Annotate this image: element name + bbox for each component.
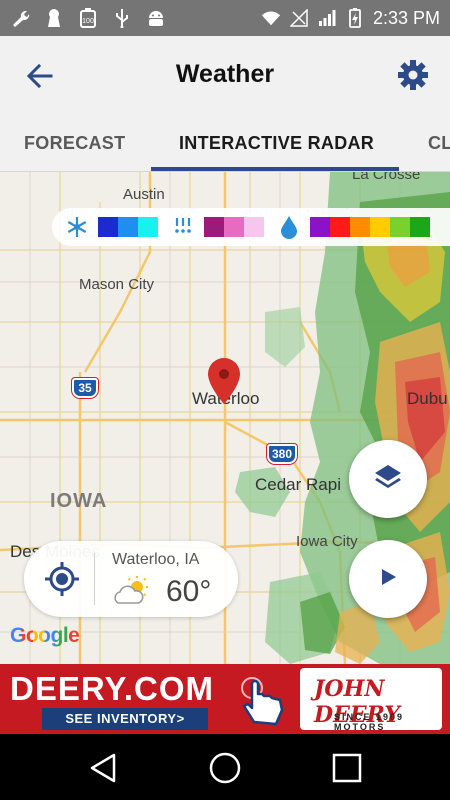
status-bar: 100 2:33 PM	[0, 0, 450, 36]
legend-swatch	[98, 217, 118, 237]
gear-icon[interactable]	[396, 58, 430, 92]
mix-swatches	[204, 217, 264, 237]
legend-swatch	[310, 217, 330, 237]
tab-interactive-radar[interactable]: INTERACTIVE RADAR	[179, 133, 374, 154]
legend-swatch	[244, 217, 264, 237]
legend-swatch	[138, 217, 158, 237]
play-radar-button[interactable]	[349, 540, 427, 618]
current-temperature: 60°	[166, 575, 212, 608]
usb-icon	[112, 8, 132, 28]
tab-forecast[interactable]: FORECAST	[24, 133, 125, 154]
location-name: Waterloo, IA	[112, 551, 200, 568]
ad-logo: JOHN DEERY SINCE 1909 MOTORS	[300, 668, 442, 732]
highway-shield-380: 380	[267, 444, 297, 464]
active-tab-indicator	[151, 167, 399, 171]
sleet-icon	[170, 214, 196, 240]
page-title: Weather	[175, 60, 275, 88]
keyhole-icon	[44, 8, 64, 28]
legend-swatch	[330, 217, 350, 237]
play-icon	[377, 566, 399, 593]
pointing-hand-icon	[236, 674, 290, 730]
partly-cloudy-icon	[112, 575, 152, 607]
nav-back-icon[interactable]	[86, 751, 120, 785]
app-bar: Weather	[0, 36, 450, 116]
ad-banner[interactable]: DEERY.COM SEE INVENTORY> JOHN DEERY SINC…	[0, 664, 450, 734]
google-logo-text: Google	[10, 624, 80, 647]
legend-swatch	[350, 217, 370, 237]
status-bar-left: 100	[10, 8, 166, 28]
ad-brand: DEERY.COM	[10, 670, 214, 707]
legend-swatch	[370, 217, 390, 237]
wrench-icon	[10, 8, 30, 28]
city-label-austin: Austin	[123, 186, 165, 203]
battery-100-icon: 100	[78, 8, 98, 28]
my-location-icon[interactable]	[44, 561, 80, 597]
svg-text:100: 100	[82, 18, 94, 25]
city-label-cedar-rapids: Cedar Rapi	[255, 475, 341, 494]
android-icon	[146, 8, 166, 28]
state-label-iowa: IOWA	[50, 490, 108, 512]
radar-legend	[52, 208, 450, 246]
no-signal-icon	[289, 8, 309, 28]
tab-bar: FORECAST INTERACTIVE RADAR CL	[0, 116, 450, 172]
system-nav-bar	[0, 734, 450, 800]
card-divider	[94, 553, 95, 605]
status-bar-right: 2:33 PM	[261, 8, 440, 29]
snow-swatches	[98, 217, 158, 237]
snowflake-icon	[64, 214, 90, 240]
tab-climate[interactable]: CL	[428, 133, 450, 154]
app-screen: 100 2:33 PM Weather FORECAST INTERACTIVE…	[0, 0, 450, 800]
legend-swatch	[224, 217, 244, 237]
ad-cta-button[interactable]: SEE INVENTORY>	[42, 708, 208, 730]
nav-recents-icon[interactable]	[330, 751, 364, 785]
city-label-iowa-city: Iowa City	[296, 533, 358, 550]
layers-icon	[373, 462, 403, 497]
highway-shield-35: 35	[72, 378, 98, 398]
nav-home-icon[interactable]	[208, 751, 242, 785]
layers-button[interactable]	[349, 440, 427, 518]
wifi-icon	[261, 8, 281, 28]
city-label-la-crosse: La Crosse	[352, 172, 421, 183]
city-label-mason-city: Mason City	[79, 276, 155, 293]
legend-swatch	[390, 217, 410, 237]
legend-swatch	[410, 217, 430, 237]
location-card[interactable]: Waterloo, IA 60°	[24, 541, 238, 617]
ad-logo-line2: SINCE 1909 MOTORS	[334, 712, 405, 732]
google-attribution: Google	[10, 624, 80, 648]
rain-swatches	[310, 217, 430, 237]
status-time: 2:33 PM	[372, 7, 440, 28]
signal-icon	[317, 8, 337, 28]
city-label-dubuque: Dubu	[407, 389, 448, 408]
battery-charging-icon	[345, 8, 365, 28]
raindrop-icon	[276, 214, 302, 240]
legend-swatch	[204, 217, 224, 237]
radar-map[interactable]: La Crosse Austin Mason City Waterloo Ced…	[0, 172, 450, 664]
legend-swatch	[118, 217, 138, 237]
location-pin-icon[interactable]	[206, 356, 242, 406]
